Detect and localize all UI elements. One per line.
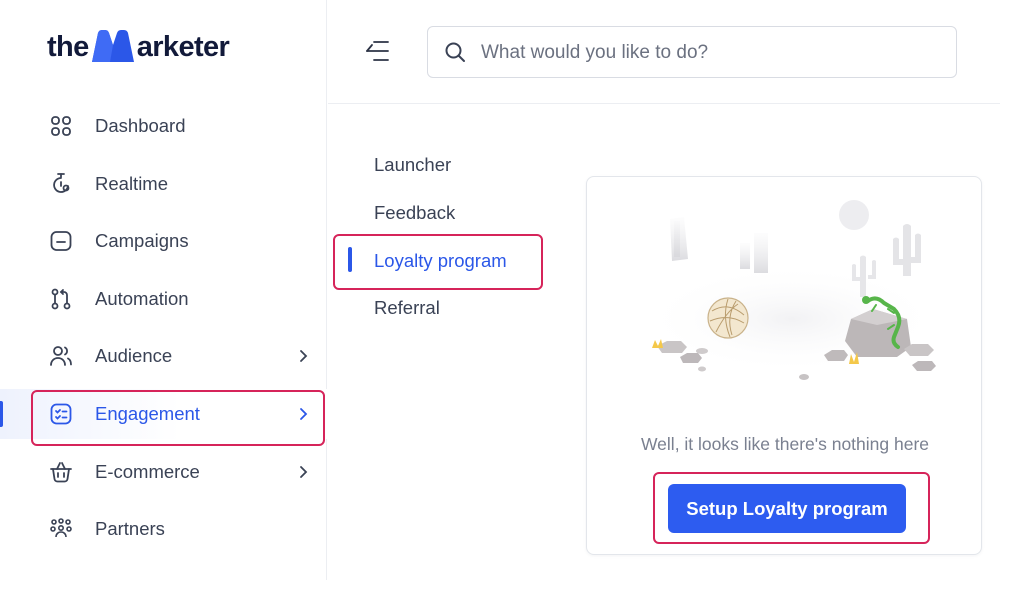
active-indicator [0, 401, 3, 427]
sidebar: the arketer Dashboard Realtime Campaigns… [0, 0, 327, 580]
sidebar-item-label: E-commerce [95, 461, 200, 482]
sidebar-item-label: Automation [95, 288, 189, 309]
logo-prefix: the [47, 31, 89, 63]
chevron-right-icon [300, 350, 308, 362]
users-icon [50, 346, 72, 366]
sidebar-item-label: Realtime [95, 173, 168, 194]
subnav-active-indicator [348, 247, 352, 272]
chevron-right-icon [300, 408, 308, 420]
sidebar-item-ecommerce[interactable]: E-commerce [0, 447, 327, 497]
sidebar-item-realtime[interactable]: Realtime [0, 159, 327, 209]
subnav-item-feedback[interactable]: Feedback [374, 202, 455, 224]
search-icon [445, 42, 465, 62]
sidebar-item-label: Campaigns [95, 230, 189, 251]
sidebar-item-label: Partners [95, 518, 165, 539]
subnav-item-referral[interactable]: Referral [374, 297, 440, 319]
sidebar-item-dashboard[interactable]: Dashboard [0, 101, 327, 151]
sidebar-item-audience[interactable]: Audience [0, 331, 327, 381]
search-bar[interactable] [427, 26, 957, 78]
search-input[interactable] [481, 39, 941, 67]
sidebar-item-engagement[interactable]: Engagement [0, 389, 327, 439]
setup-loyalty-program-button[interactable]: Setup Loyalty program [668, 484, 906, 533]
brand-logo[interactable]: the arketer [47, 24, 230, 64]
partners-icon [50, 518, 72, 538]
subnav-item-launcher[interactable]: Launcher [374, 154, 451, 176]
sidebar-item-automation[interactable]: Automation [0, 274, 327, 324]
grid-icon [51, 116, 71, 136]
sidebar-item-campaigns[interactable]: Campaigns [0, 216, 327, 266]
chevron-right-icon [300, 466, 308, 478]
sidebar-item-partners[interactable]: Partners [0, 504, 327, 554]
subnav-item-loyalty-program[interactable]: Loyalty program [374, 250, 507, 272]
basket-icon [50, 462, 72, 483]
empty-state-message: Well, it looks like there's nothing here [640, 434, 930, 454]
logo-m-mark [91, 30, 134, 62]
logo-suffix: arketer [136, 31, 230, 63]
collapse-sidebar-icon[interactable] [364, 38, 392, 64]
stopwatch-icon [53, 173, 70, 193]
header-divider [328, 103, 1000, 104]
empty-state-card: Well, it looks like there's nothing here… [586, 176, 982, 555]
folder-icon [50, 231, 72, 251]
desert-illustration [642, 200, 942, 380]
sidebar-item-label: Engagement [95, 403, 200, 424]
flow-icon [51, 288, 71, 310]
checklist-icon [50, 403, 72, 425]
sidebar-item-label: Dashboard [95, 115, 186, 136]
sidebar-item-label: Audience [95, 345, 173, 366]
